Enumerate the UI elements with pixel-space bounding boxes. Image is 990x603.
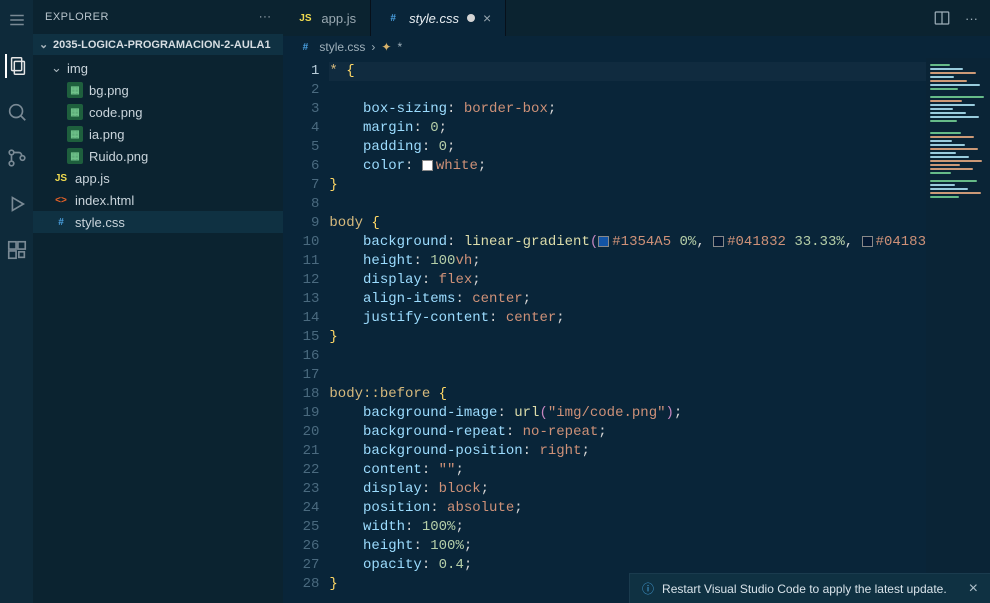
editor-body: 1234567891011121314151617181920212223242… xyxy=(283,58,990,603)
image-file-icon: ▦ xyxy=(67,148,83,164)
file-label: index.html xyxy=(75,193,134,208)
close-icon[interactable]: × xyxy=(969,580,978,598)
split-editor-icon[interactable] xyxy=(933,9,951,27)
notification-toast: ⓘ Restart Visual Studio Code to apply th… xyxy=(629,573,990,603)
tree-file-indexhtml[interactable]: <> index.html xyxy=(33,189,283,211)
folder-label: img xyxy=(67,61,88,76)
tab-actions: ··· xyxy=(921,0,990,36)
line-gutter: 1234567891011121314151617181920212223242… xyxy=(283,58,329,603)
js-file-icon: JS xyxy=(53,170,69,186)
sidebar-header: EXPLORER ··· xyxy=(33,0,283,34)
activity-bar xyxy=(0,0,33,603)
code-editor[interactable]: * { box-sizing: border-box; margin: 0; p… xyxy=(329,58,926,603)
css-file-icon: # xyxy=(297,39,313,55)
tab-appjs[interactable]: JS app.js xyxy=(283,0,371,36)
search-icon[interactable] xyxy=(5,100,29,124)
css-file-icon: # xyxy=(53,214,69,230)
tree-file[interactable]: ▦ code.png xyxy=(33,101,283,123)
menu-icon[interactable] xyxy=(5,8,29,32)
html-file-icon: <> xyxy=(53,192,69,208)
project-name: 2035-LOGICA-PROGRAMACION-2-AULA1 xyxy=(53,39,271,51)
modified-dot-icon xyxy=(467,14,475,22)
notification-text: Restart Visual Studio Code to apply the … xyxy=(662,582,947,596)
minimap[interactable] xyxy=(926,58,990,603)
tree-file[interactable]: ▦ ia.png xyxy=(33,123,283,145)
image-file-icon: ▦ xyxy=(67,104,83,120)
breadcrumb-sep: › xyxy=(371,40,375,54)
file-label: bg.png xyxy=(89,83,129,98)
tab-label: app.js xyxy=(321,11,356,26)
file-label: ia.png xyxy=(89,127,124,142)
tab-stylecss[interactable]: # style.css × xyxy=(371,0,506,36)
file-label: Ruido.png xyxy=(89,149,148,164)
tree-file[interactable]: ▦ bg.png xyxy=(33,79,283,101)
explorer-icon[interactable] xyxy=(5,54,29,78)
image-file-icon: ▦ xyxy=(67,82,83,98)
file-label: code.png xyxy=(89,105,143,120)
sidebar: EXPLORER ··· ⌄ 2035-LOGICA-PROGRAMACION-… xyxy=(33,0,283,603)
tree-file-appjs[interactable]: JS app.js xyxy=(33,167,283,189)
sidebar-title: EXPLORER xyxy=(45,11,109,23)
file-label: app.js xyxy=(75,171,110,186)
editor-area: JS app.js # style.css × ··· # style.css … xyxy=(283,0,990,603)
source-control-icon[interactable] xyxy=(5,146,29,170)
sidebar-more-icon[interactable]: ··· xyxy=(259,11,272,23)
tab-bar: JS app.js # style.css × ··· xyxy=(283,0,990,36)
more-actions-icon[interactable]: ··· xyxy=(965,11,978,26)
chevron-down-icon: ⌄ xyxy=(51,60,61,76)
js-file-icon: JS xyxy=(297,10,313,26)
chevron-down-icon: ⌄ xyxy=(39,38,49,51)
breadcrumb[interactable]: # style.css › ✦ * xyxy=(283,36,990,58)
breadcrumb-symbol-icon: ✦ xyxy=(381,40,391,54)
tree-file-stylecss[interactable]: # style.css xyxy=(33,211,283,233)
tree-file[interactable]: ▦ Ruido.png xyxy=(33,145,283,167)
file-tree: ⌄ img ▦ bg.png ▦ code.png ▦ ia.png ▦ Rui… xyxy=(33,55,283,235)
image-file-icon: ▦ xyxy=(67,126,83,142)
file-label: style.css xyxy=(75,215,125,230)
run-debug-icon[interactable] xyxy=(5,192,29,216)
tree-folder-img[interactable]: ⌄ img xyxy=(33,57,283,79)
close-icon[interactable]: × xyxy=(483,10,491,26)
extensions-icon[interactable] xyxy=(5,238,29,262)
info-icon: ⓘ xyxy=(642,580,654,597)
breadcrumb-symbol: * xyxy=(397,40,402,54)
css-file-icon: # xyxy=(385,10,401,26)
project-root[interactable]: ⌄ 2035-LOGICA-PROGRAMACION-2-AULA1 xyxy=(33,34,283,55)
breadcrumb-file: style.css xyxy=(319,40,365,54)
tab-label: style.css xyxy=(409,11,459,26)
